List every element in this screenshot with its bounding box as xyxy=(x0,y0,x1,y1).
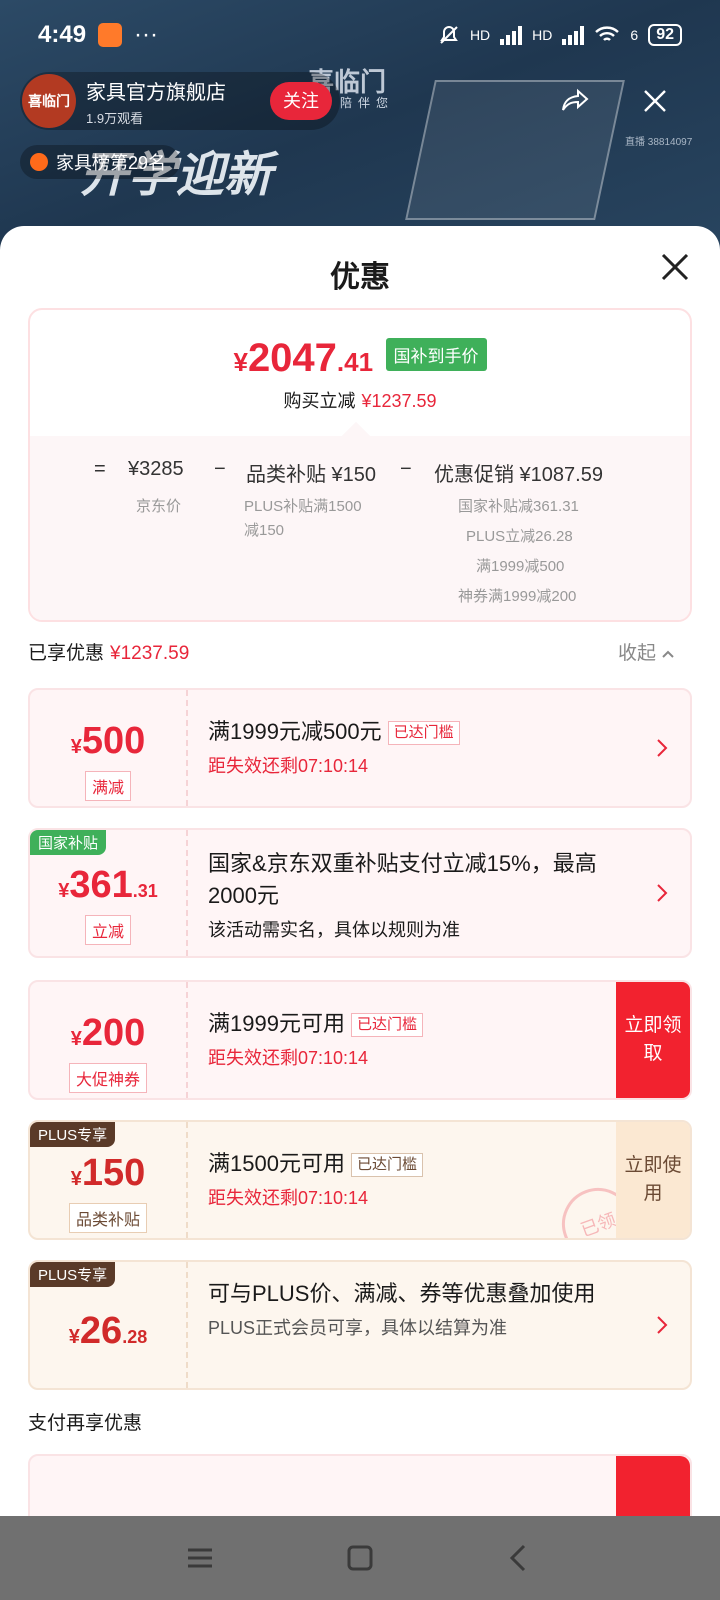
final-price: ¥ 2047 .41 xyxy=(233,336,374,380)
price-breakdown: = ¥3285 − 品类补贴 ¥150 − 优惠促销 ¥1087.59 京东价 … xyxy=(30,421,690,620)
wifi-badge: 6 xyxy=(630,27,639,43)
coupon-type: 满减 xyxy=(84,771,131,801)
sheet-title: 优惠 xyxy=(330,261,390,294)
flame-icon xyxy=(30,153,48,171)
purchase-reduction: 购买立减 ¥1237.59 xyxy=(283,391,437,411)
promo-sub-3: 满1999减500 xyxy=(476,558,565,575)
promo-sub-1: 国家补贴减361.31 xyxy=(458,498,579,515)
coupon-card-national-subsidy[interactable]: 国家补贴 ¥361.31 立减 国家&京东双重补贴支付立减15%，最高2000元… xyxy=(28,828,692,958)
chevron-up-icon xyxy=(662,650,675,658)
coupon-card-category-subsidy[interactable]: PLUS专享 ¥150 品类补贴 满1500元可用 已达门槛 距失效还剩07:10… xyxy=(28,1120,692,1240)
rank-badge[interactable]: 家具榜第29名 xyxy=(20,145,181,179)
minus-sign-2: − xyxy=(400,458,412,480)
coupon-type: 品类补贴 xyxy=(68,1203,147,1233)
promo-sub-2: PLUS立减26.28 xyxy=(466,528,573,545)
home-icon[interactable] xyxy=(344,1542,376,1574)
follow-button[interactable]: 关注 xyxy=(270,82,332,120)
coupon-amount: ¥26.28 xyxy=(68,1310,148,1352)
hd-label-2: HD xyxy=(532,27,553,43)
signal-icon-2 xyxy=(562,25,585,45)
room-id: 直播 38814097 xyxy=(625,137,693,148)
hd-label-1: HD xyxy=(469,27,491,43)
coupon-amount: ¥361.31 xyxy=(58,864,158,906)
app-notification-icon xyxy=(98,23,123,47)
chevron-right-icon xyxy=(657,739,668,757)
expiry-countdown: 距失效还剩07:10:14 xyxy=(208,1048,369,1068)
wifi-icon xyxy=(595,26,620,41)
category-sub-2: 减150 xyxy=(244,522,285,539)
book-illustration xyxy=(405,80,625,220)
collapse-toggle[interactable]: 收起 xyxy=(618,638,675,665)
back-icon[interactable] xyxy=(504,1542,536,1574)
category-subsidy: 品类补贴 ¥150 xyxy=(246,464,377,486)
discount-sheet: 优惠 ¥ 2047 .41 国补到手价 购买立减 ¥1237.59 = ¥3285… xyxy=(0,226,720,1534)
system-nav-bar xyxy=(0,1516,720,1600)
status-bar: 4:49 ··· HD HD 6 92 xyxy=(0,0,720,70)
coupon-amount: ¥500 xyxy=(70,720,146,762)
coupon-title: 满1500元可用 xyxy=(208,1151,345,1176)
status-time: 4:49 xyxy=(38,21,87,48)
threshold-badge: 已达门槛 xyxy=(350,1013,423,1038)
coupon-note: 该活动需实名，具体以规则为准 xyxy=(208,920,460,940)
close-icon[interactable] xyxy=(660,252,690,282)
price-summary: ¥ 2047 .41 国补到手价 购买立减 ¥1237.59 = ¥3285 − … xyxy=(28,308,692,622)
coupon-type: 大促神券 xyxy=(68,1063,147,1093)
menu-icon[interactable] xyxy=(184,1542,216,1574)
store-name: 家具官方旗舰店 xyxy=(86,81,226,104)
view-count: 1.9万观看 xyxy=(86,110,144,126)
use-button[interactable]: 立即使用 xyxy=(616,1122,690,1238)
equals-sign: = xyxy=(94,458,106,480)
promo-sub-4: 神券满1999减200 xyxy=(458,588,577,605)
brand-subtitle: 陪伴您 xyxy=(340,96,395,110)
coupon-card-fullreduce[interactable]: ¥500 满减 满1999元减500元 已达门槛 距失效还剩07:10:14 xyxy=(28,688,692,808)
more-notifications-icon: ··· xyxy=(134,21,159,48)
coupon-note: PLUS正式会员可享，具体以结算为准 xyxy=(208,1318,508,1338)
coupon-card-plus-discount[interactable]: PLUS专享 ¥26.28 可与PLUS价、满减、券等优惠叠加使用 PLUS正式… xyxy=(28,1260,692,1390)
coupon-amount: ¥200 xyxy=(70,1012,146,1054)
threshold-badge: 已达门槛 xyxy=(387,721,460,746)
coupon-title: 满1999元减500元 xyxy=(208,719,382,744)
coupon-amount: ¥150 xyxy=(70,1152,146,1194)
promo-discount: 优惠促销 ¥1087.59 xyxy=(434,464,603,486)
claim-button[interactable]: 立即领取 xyxy=(616,982,690,1098)
coupon-type: 立减 xyxy=(84,915,131,945)
battery-icon: 92 xyxy=(648,24,682,46)
payment-offers-header: 支付再享优惠 xyxy=(28,1413,143,1434)
share-icon[interactable] xyxy=(560,88,590,114)
chevron-right-icon xyxy=(657,884,668,902)
base-price-label: 京东价 xyxy=(136,498,182,515)
mute-icon xyxy=(440,25,458,44)
subsidy-price-tag: 国补到手价 xyxy=(385,338,487,371)
store-logo: 喜临门 xyxy=(22,74,76,128)
expiry-countdown: 距失效还剩07:10:14 xyxy=(208,756,369,776)
close-live-icon[interactable] xyxy=(642,88,668,114)
applied-discount-header: 已享优惠 ¥1237.59 xyxy=(28,643,190,664)
minus-sign-1: − xyxy=(214,458,226,480)
coupon-title: 国家&京东双重补贴支付立减15%，最高2000元 xyxy=(208,851,597,908)
coupon-card-mega-voucher[interactable]: ¥200 大促神券 满1999元可用 已达门槛 距失效还剩07:10:14 立即领… xyxy=(28,980,692,1100)
chevron-right-icon xyxy=(657,1316,668,1334)
base-price: ¥3285 xyxy=(128,458,184,480)
signal-icon-1 xyxy=(500,25,523,45)
rank-label: 家具榜第29名 xyxy=(56,153,167,173)
coupon-title: 满1999元可用 xyxy=(208,1011,345,1036)
coupon-title: 可与PLUS价、满减、券等优惠叠加使用 xyxy=(208,1281,596,1306)
threshold-badge: 已达门槛 xyxy=(350,1153,423,1178)
